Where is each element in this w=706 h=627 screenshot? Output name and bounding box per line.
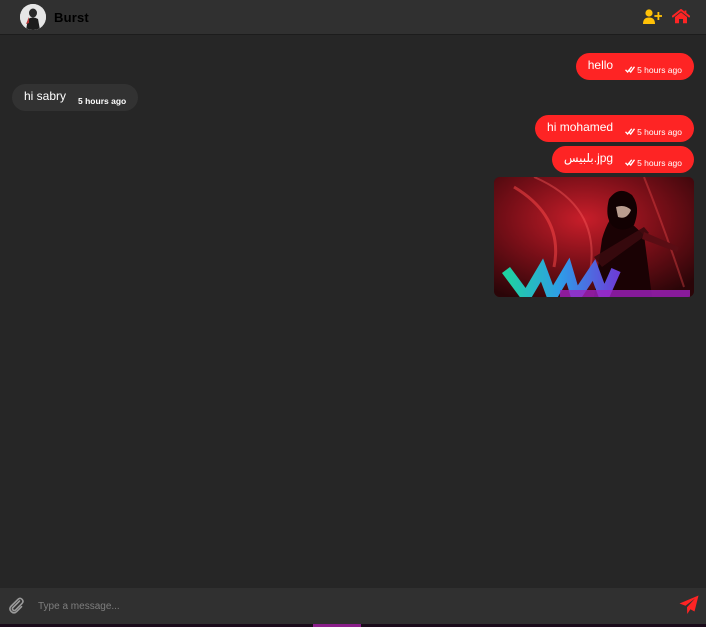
message-time: 5 hours ago <box>637 64 682 75</box>
attach-button[interactable] <box>7 596 25 614</box>
message-composer <box>0 588 706 624</box>
message-text: hi mohamed <box>547 119 614 134</box>
message-text: hi sabry <box>24 88 67 103</box>
add-user-button[interactable] <box>642 7 662 25</box>
double-check-icon <box>625 66 636 74</box>
image-attachment[interactable] <box>494 177 694 297</box>
avatar[interactable] <box>20 4 46 30</box>
message-meta: 5 hours ago <box>625 127 682 137</box>
message-meta: 5 hours ago <box>625 65 682 75</box>
home-button[interactable] <box>671 7 691 25</box>
message-input[interactable] <box>34 594 664 618</box>
chat-app: Burst hello 5 hours ago hi sabry 5 hours… <box>0 0 706 627</box>
message-list[interactable]: hello 5 hours ago hi sabry 5 hours ago h… <box>0 36 706 588</box>
message-time: 5 hours ago <box>637 157 682 168</box>
contact-name: Burst <box>54 10 89 25</box>
message-bubble-outgoing[interactable]: hi mohamed 5 hours ago <box>535 115 694 142</box>
message-time: 5 hours ago <box>78 95 127 106</box>
message-bubble-incoming[interactable]: hi sabry 5 hours ago <box>12 84 139 111</box>
message-text: hello <box>587 57 614 72</box>
file-name: بلبيس.jpg <box>563 150 614 165</box>
message-time: 5 hours ago <box>637 126 682 137</box>
message-bubble-outgoing[interactable]: hello 5 hours ago <box>575 53 694 80</box>
user-plus-icon <box>642 8 662 24</box>
paper-plane-icon <box>679 595 699 614</box>
double-check-icon <box>625 159 636 167</box>
chat-header: Burst <box>0 0 706 35</box>
home-icon <box>672 8 690 23</box>
message-meta: 5 hours ago <box>78 96 126 106</box>
message-bubble-outgoing[interactable]: بلبيس.jpg 5 hours ago <box>551 146 694 173</box>
send-button[interactable] <box>679 595 699 615</box>
paperclip-icon <box>9 597 24 614</box>
double-check-icon <box>625 128 636 136</box>
message-meta: 5 hours ago <box>625 158 682 168</box>
